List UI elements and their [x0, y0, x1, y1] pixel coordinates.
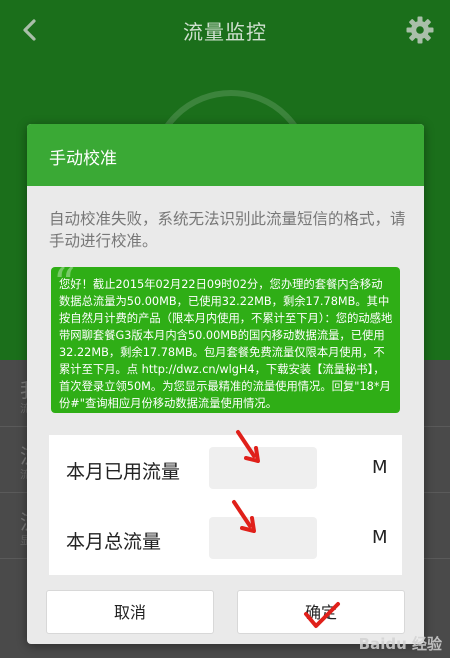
used-traffic-input[interactable]: [209, 447, 317, 489]
used-traffic-row: 本月已用流量 M: [49, 435, 402, 505]
dialog-message: 自动校准失败，系统无法识别此流量短信的格式，请手动进行校准。: [49, 210, 406, 250]
page-title: 流量监控: [183, 20, 267, 44]
calibration-form: 本月已用流量 M 本月总流量 M: [49, 435, 402, 575]
confirm-button[interactable]: 确定: [237, 590, 405, 634]
manual-calibration-dialog: 手动校准 自动校准失败，系统无法识别此流量短信的格式，请手动进行校准。 “ 您好…: [27, 124, 424, 644]
title-bar: 流量监控: [0, 0, 450, 60]
total-traffic-unit: M: [372, 527, 388, 548]
dialog-title: 手动校准: [49, 149, 117, 169]
used-traffic-label: 本月已用流量: [66, 461, 181, 483]
cancel-button[interactable]: 取消: [46, 590, 214, 634]
dialog-header: 手动校准: [27, 124, 424, 186]
sms-text: 您好！截止2015年02月22日09时02分，您办理的套餐内含移动数据总流量为5…: [59, 278, 393, 410]
gear-icon[interactable]: [404, 14, 436, 46]
total-traffic-row: 本月总流量 M: [49, 505, 402, 575]
total-traffic-label: 本月总流量: [66, 531, 162, 553]
watermark: Baidu 经验: [358, 635, 442, 653]
total-traffic-input[interactable]: [209, 517, 317, 559]
used-traffic-unit: M: [372, 457, 388, 478]
sms-bubble: “ 您好！截止2015年02月22日09时02分，您办理的套餐内含移动数据总流量…: [51, 259, 400, 413]
